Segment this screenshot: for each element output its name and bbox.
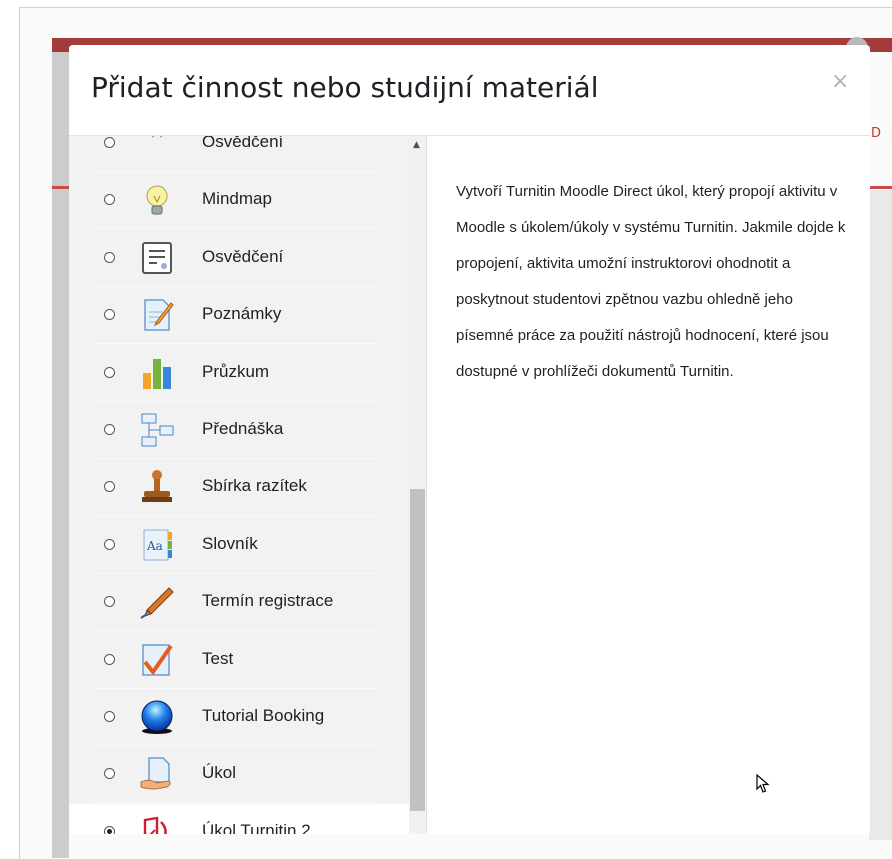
add-activity-modal: Přidat činnost nebo studijní materiál × … xyxy=(69,45,870,834)
activity-item[interactable]: Úkol xyxy=(69,746,409,804)
close-button[interactable]: × xyxy=(831,69,849,94)
flowchart-icon xyxy=(139,412,175,448)
svg-text:Aa: Aa xyxy=(146,539,163,553)
activity-item[interactable]: Test xyxy=(69,632,409,689)
activity-label: Přednáška xyxy=(202,419,284,438)
modal-title: Přidat činnost nebo studijní materiál xyxy=(91,71,599,104)
activity-item[interactable]: Přednáška xyxy=(69,402,409,459)
activity-item[interactable]: Mindmap xyxy=(69,172,409,230)
activity-label: Osvědčení xyxy=(202,246,284,266)
description-pane: Vytvoří Turnitin Moodle Direct úkol, kte… xyxy=(426,136,870,834)
quiz-check-icon xyxy=(139,642,175,678)
activity-item[interactable]: Osvědčení xyxy=(69,230,409,287)
stamp-icon xyxy=(139,469,175,505)
activity-item[interactable]: Sbírka razítek xyxy=(69,459,409,517)
activity-radio[interactable] xyxy=(104,653,115,665)
activity-radio[interactable] xyxy=(104,711,115,722)
activity-radio[interactable] xyxy=(104,366,115,378)
activity-radio[interactable] xyxy=(104,596,115,608)
activity-label: Sbírka razítek xyxy=(202,476,307,496)
activity-list-scrollbar[interactable]: ▲ xyxy=(409,136,426,834)
activity-list[interactable]: Osvědčení Mindmap Osvědčení Poznámky Průzkum… xyxy=(69,136,426,834)
globe-ball-icon xyxy=(139,699,175,735)
activity-label: Tutorial Booking xyxy=(202,706,325,725)
modal-header: Přidat činnost nebo studijní materiál × xyxy=(69,45,870,136)
activity-radio[interactable] xyxy=(104,424,115,435)
assignment-hand-icon xyxy=(139,756,175,792)
activity-label: Úkol xyxy=(202,763,237,783)
activity-label: Mindmap xyxy=(202,189,272,209)
background-right-strip xyxy=(869,190,892,840)
activity-item[interactable]: Aa Slovník xyxy=(69,517,409,574)
activity-label: Poznámky xyxy=(202,304,282,324)
activity-label: Test xyxy=(202,648,234,668)
activity-radio[interactable] xyxy=(104,309,115,321)
activity-item[interactable]: Úkol Turnitin 2 xyxy=(69,803,409,834)
background-link-text: D xyxy=(871,126,882,141)
mouse-cursor-icon xyxy=(756,774,770,793)
activity-radio[interactable] xyxy=(104,768,115,780)
activity-item[interactable]: Osvědčení xyxy=(69,136,409,172)
activity-item[interactable]: Poznámky xyxy=(69,287,409,345)
activity-label: Osvědčení xyxy=(202,136,284,151)
activity-label: Úkol Turnitin 2 xyxy=(202,820,311,834)
certificate-icon xyxy=(139,240,175,276)
turnitin-icon xyxy=(139,814,175,834)
background-sidebar-strip xyxy=(52,52,69,858)
activity-item[interactable]: Termín registrace xyxy=(69,574,409,632)
activity-radio[interactable] xyxy=(104,137,115,148)
activity-item[interactable]: Průzkum xyxy=(69,345,409,402)
activity-radio[interactable] xyxy=(104,251,115,263)
activity-label: Průzkum xyxy=(202,361,270,381)
scroll-thumb[interactable] xyxy=(410,489,425,811)
activity-item[interactable]: Tutorial Booking xyxy=(69,689,409,746)
activity-radio[interactable] xyxy=(104,538,115,550)
notes-icon xyxy=(139,297,175,333)
activity-radio[interactable] xyxy=(104,194,115,206)
activity-radio[interactable] xyxy=(104,825,115,834)
activity-label: Slovník xyxy=(202,533,258,553)
pen-icon xyxy=(139,584,175,620)
activity-label: Termín registrace xyxy=(202,591,334,611)
award-icon xyxy=(139,136,175,161)
lightbulb-icon xyxy=(139,182,175,218)
scroll-up-arrow-icon[interactable]: ▲ xyxy=(413,140,420,150)
glossary-icon: Aa xyxy=(139,527,175,563)
activity-radio[interactable] xyxy=(104,481,115,493)
bar-chart-icon xyxy=(139,355,175,391)
activity-description: Vytvoří Turnitin Moodle Direct úkol, kte… xyxy=(456,183,846,380)
